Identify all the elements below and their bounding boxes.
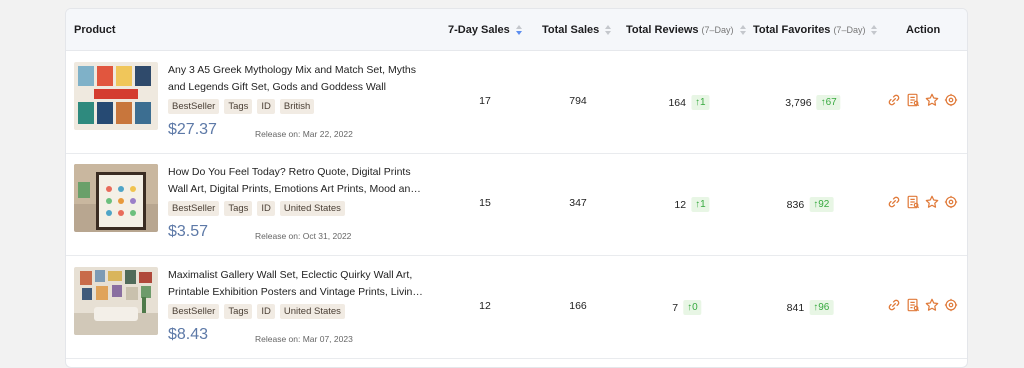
sort-icon[interactable] (739, 24, 746, 36)
col-product: Product (74, 9, 116, 51)
tag-bestseller: BestSeller (168, 201, 220, 216)
tag-id[interactable]: ID (257, 304, 275, 319)
tag-list: BestSeller Tags ID British (168, 99, 315, 114)
tag-country: United States (279, 201, 345, 216)
product-price: $8.43 (168, 326, 209, 343)
favorites-delta-badge: ↑96 (809, 300, 834, 315)
settings-icon[interactable] (944, 93, 958, 107)
seven-day-sales-value: 15 (479, 197, 491, 209)
col-total-reviews-label: Total Reviews (626, 24, 699, 36)
col-total-sales[interactable]: Total Sales (542, 9, 612, 51)
framed-print-thumbnail[interactable] (74, 164, 158, 232)
total-favorites-number: 841 (786, 301, 805, 314)
release-date: Release on: Mar 07, 2023 (255, 334, 353, 344)
total-sales-value: 794 (569, 95, 587, 107)
star-icon[interactable] (925, 298, 939, 312)
tag-tags[interactable]: Tags (224, 99, 253, 114)
product-price: $3.57 (168, 223, 209, 240)
product-title[interactable]: Maximalist Gallery Wall Set, Eclectic Qu… (168, 267, 428, 301)
col-total-reviews-sub: (7–Day) (701, 25, 734, 35)
report-icon[interactable] (906, 93, 920, 107)
link-icon[interactable] (887, 93, 901, 107)
table-row[interactable]: Maximalist Gallery Wall Set, Eclectic Qu… (66, 257, 967, 359)
col-product-label: Product (74, 24, 116, 36)
total-sales-value: 166 (569, 300, 587, 312)
row-actions (887, 195, 958, 209)
total-reviews-value: 12 ↑1 (674, 197, 710, 212)
col-total-favorites-label: Total Favorites (753, 24, 831, 36)
total-reviews-number: 7 (672, 301, 679, 314)
total-favorites-value: 836 ↑92 (787, 197, 834, 212)
total-favorites-number: 836 (786, 198, 805, 211)
product-title[interactable]: How Do You Feel Today? Retro Quote, Digi… (168, 164, 428, 198)
product-title[interactable]: Any 3 A5 Greek Mythology Mix and Match S… (168, 62, 428, 96)
seven-day-sales-value: 12 (479, 300, 491, 312)
total-sales-number: 794 (569, 95, 587, 107)
report-icon[interactable] (906, 298, 920, 312)
link-icon[interactable] (887, 298, 901, 312)
total-favorites-number: 3,796 (785, 96, 812, 109)
row-actions (887, 93, 958, 107)
col-seven-day-sales[interactable]: 7-Day Sales (448, 9, 522, 51)
favorites-delta-badge: ↑67 (816, 95, 841, 110)
favorites-delta-badge: ↑92 (809, 197, 834, 212)
tag-list: BestSeller Tags ID United States (168, 201, 345, 216)
product-table: Product 7-Day Sales Total Sales Total Re… (65, 8, 968, 368)
col-total-sales-label: Total Sales (542, 24, 600, 36)
total-reviews-number: 164 (668, 96, 686, 109)
reviews-delta-badge: ↑1 (691, 197, 710, 212)
total-sales-value: 347 (569, 197, 587, 209)
tag-tags[interactable]: Tags (224, 201, 253, 216)
table-row[interactable]: How Do You Feel Today? Retro Quote, Digi… (66, 154, 967, 256)
total-reviews-value: 7 ↑0 (672, 300, 702, 315)
product-price: $27.37 (168, 121, 217, 138)
release-date: Release on: Oct 31, 2022 (255, 231, 352, 241)
total-favorites-value: 841 ↑96 (787, 300, 834, 315)
tag-id[interactable]: ID (257, 99, 275, 114)
table-header: Product 7-Day Sales Total Sales Total Re… (66, 9, 967, 51)
tag-tags[interactable]: Tags (224, 304, 253, 319)
sort-icon[interactable] (605, 24, 612, 36)
col-action: Action (906, 9, 940, 51)
seven-day-sales-number: 15 (479, 197, 491, 209)
total-sales-number: 166 (569, 300, 587, 312)
tag-country: British (279, 99, 315, 114)
sort-icon[interactable] (515, 24, 522, 36)
row-actions (887, 298, 958, 312)
tag-list: BestSeller Tags ID United States (168, 304, 345, 319)
settings-icon[interactable] (944, 195, 958, 209)
col-total-reviews[interactable]: Total Reviews (7–Day) (626, 9, 746, 51)
reviews-delta-badge: ↑0 (683, 300, 702, 315)
settings-icon[interactable] (944, 298, 958, 312)
link-icon[interactable] (887, 195, 901, 209)
tag-bestseller: BestSeller (168, 99, 220, 114)
seven-day-sales-number: 17 (479, 95, 491, 107)
total-reviews-number: 12 (674, 198, 687, 211)
total-sales-number: 347 (569, 197, 587, 209)
total-favorites-value: 3,796 ↑67 (785, 95, 841, 110)
col-seven-day-sales-label: 7-Day Sales (448, 24, 510, 36)
col-total-favorites-sub: (7–Day) (833, 25, 866, 35)
sort-icon[interactable] (871, 24, 878, 36)
star-icon[interactable] (925, 93, 939, 107)
table-row[interactable]: Any 3 A5 Greek Mythology Mix and Match S… (66, 52, 967, 154)
tag-bestseller: BestSeller (168, 304, 220, 319)
gallery-wall-room-thumbnail[interactable] (74, 267, 158, 335)
col-total-favorites[interactable]: Total Favorites (7–Day) (753, 9, 878, 51)
release-date: Release on: Mar 22, 2022 (255, 129, 353, 139)
greek-poster-set-thumbnail[interactable] (74, 62, 158, 130)
seven-day-sales-number: 12 (479, 300, 491, 312)
col-action-label: Action (906, 24, 941, 36)
reviews-delta-badge: ↑1 (690, 95, 710, 110)
tag-country: United States (279, 304, 345, 319)
total-reviews-value: 164 ↑1 (668, 95, 710, 110)
star-icon[interactable] (925, 195, 939, 209)
seven-day-sales-value: 17 (479, 95, 491, 107)
report-icon[interactable] (906, 195, 920, 209)
tag-id[interactable]: ID (257, 201, 275, 216)
